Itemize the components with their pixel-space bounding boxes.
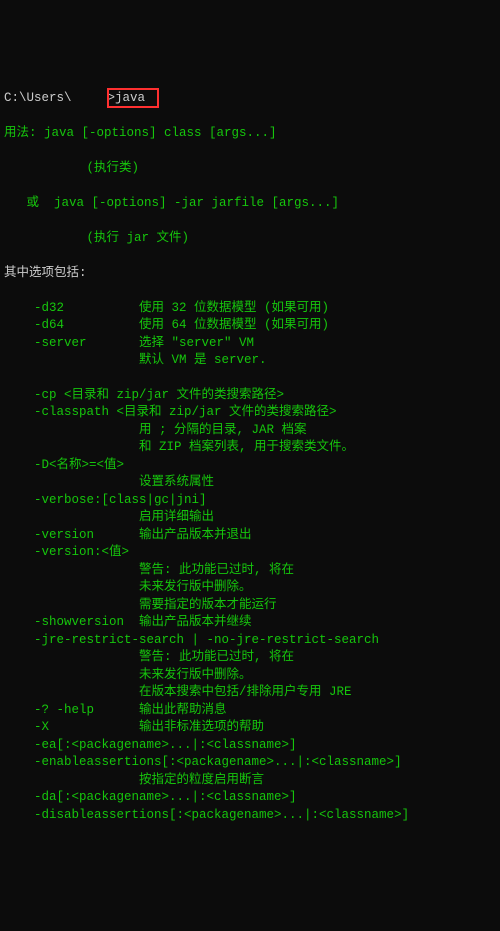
option-line: 警告: 此功能已过时, 将在 [4, 562, 500, 580]
option-line: -jre-restrict-search | -no-jre-restrict-… [4, 632, 500, 650]
option-line: -classpath <目录和 zip/jar 文件的类搜索路径> [4, 404, 500, 422]
option-line: -disableassertions[:<packagename>...|:<c… [4, 807, 500, 825]
option-line: -X 输出非标准选项的帮助 [4, 719, 500, 737]
option-line [4, 370, 500, 387]
option-line: -version:<值> [4, 544, 500, 562]
option-line: -D<名称>=<值> [4, 457, 500, 475]
option-line: 未来发行版中删除。 [4, 667, 500, 685]
option-line: -d32 使用 32 位数据模型 (如果可用) [4, 300, 500, 318]
option-line: 未来发行版中删除。 [4, 579, 500, 597]
option-line: -version 输出产品版本并退出 [4, 527, 500, 545]
option-line: 需要指定的版本才能运行 [4, 597, 500, 615]
usage-line: 用法: java [-options] class [args...] [4, 125, 500, 143]
prompt-path: C:\Users\ [4, 91, 72, 105]
option-line: 按指定的粒度启用断言 [4, 772, 500, 790]
option-line: -showversion 输出产品版本并继续 [4, 614, 500, 632]
option-line: -verbose:[class|gc|jni] [4, 492, 500, 510]
option-line: 和 ZIP 档案列表, 用于搜索类文件。 [4, 439, 500, 457]
prompt-line: C:\Users\ >java [4, 90, 500, 108]
option-line: 用 ; 分隔的目录, JAR 档案 [4, 422, 500, 440]
option-line: -ea[:<packagename>...|:<classname>] [4, 737, 500, 755]
command: java [115, 91, 145, 105]
option-line: -d64 使用 64 位数据模型 (如果可用) [4, 317, 500, 335]
usage-line: 或 java [-options] -jar jarfile [args...] [4, 195, 500, 213]
option-line: -? -help 输出此帮助消息 [4, 702, 500, 720]
option-line: 警告: 此功能已过时, 将在 [4, 649, 500, 667]
option-line: -enableassertions[:<packagename>...|:<cl… [4, 754, 500, 772]
option-line: -cp <目录和 zip/jar 文件的类搜索路径> [4, 387, 500, 405]
option-line: 默认 VM 是 server. [4, 352, 500, 370]
redacted-username [72, 90, 108, 108]
usage-line: (执行类) [4, 160, 500, 178]
option-line: -da[:<packagename>...|:<classname>] [4, 789, 500, 807]
option-line: 设置系统属性 [4, 474, 500, 492]
terminal-output: C:\Users\ >java 用法: java [-options] clas… [0, 70, 500, 844]
options-header: 其中选项包括: [4, 265, 500, 283]
usage-line: (执行 jar 文件) [4, 230, 500, 248]
option-line: -server 选择 "server" VM [4, 335, 500, 353]
option-line: 启用详细输出 [4, 509, 500, 527]
options-list: -d32 使用 32 位数据模型 (如果可用) -d64 使用 64 位数据模型… [4, 300, 500, 825]
option-line: 在版本搜索中包括/排除用户专用 JRE [4, 684, 500, 702]
